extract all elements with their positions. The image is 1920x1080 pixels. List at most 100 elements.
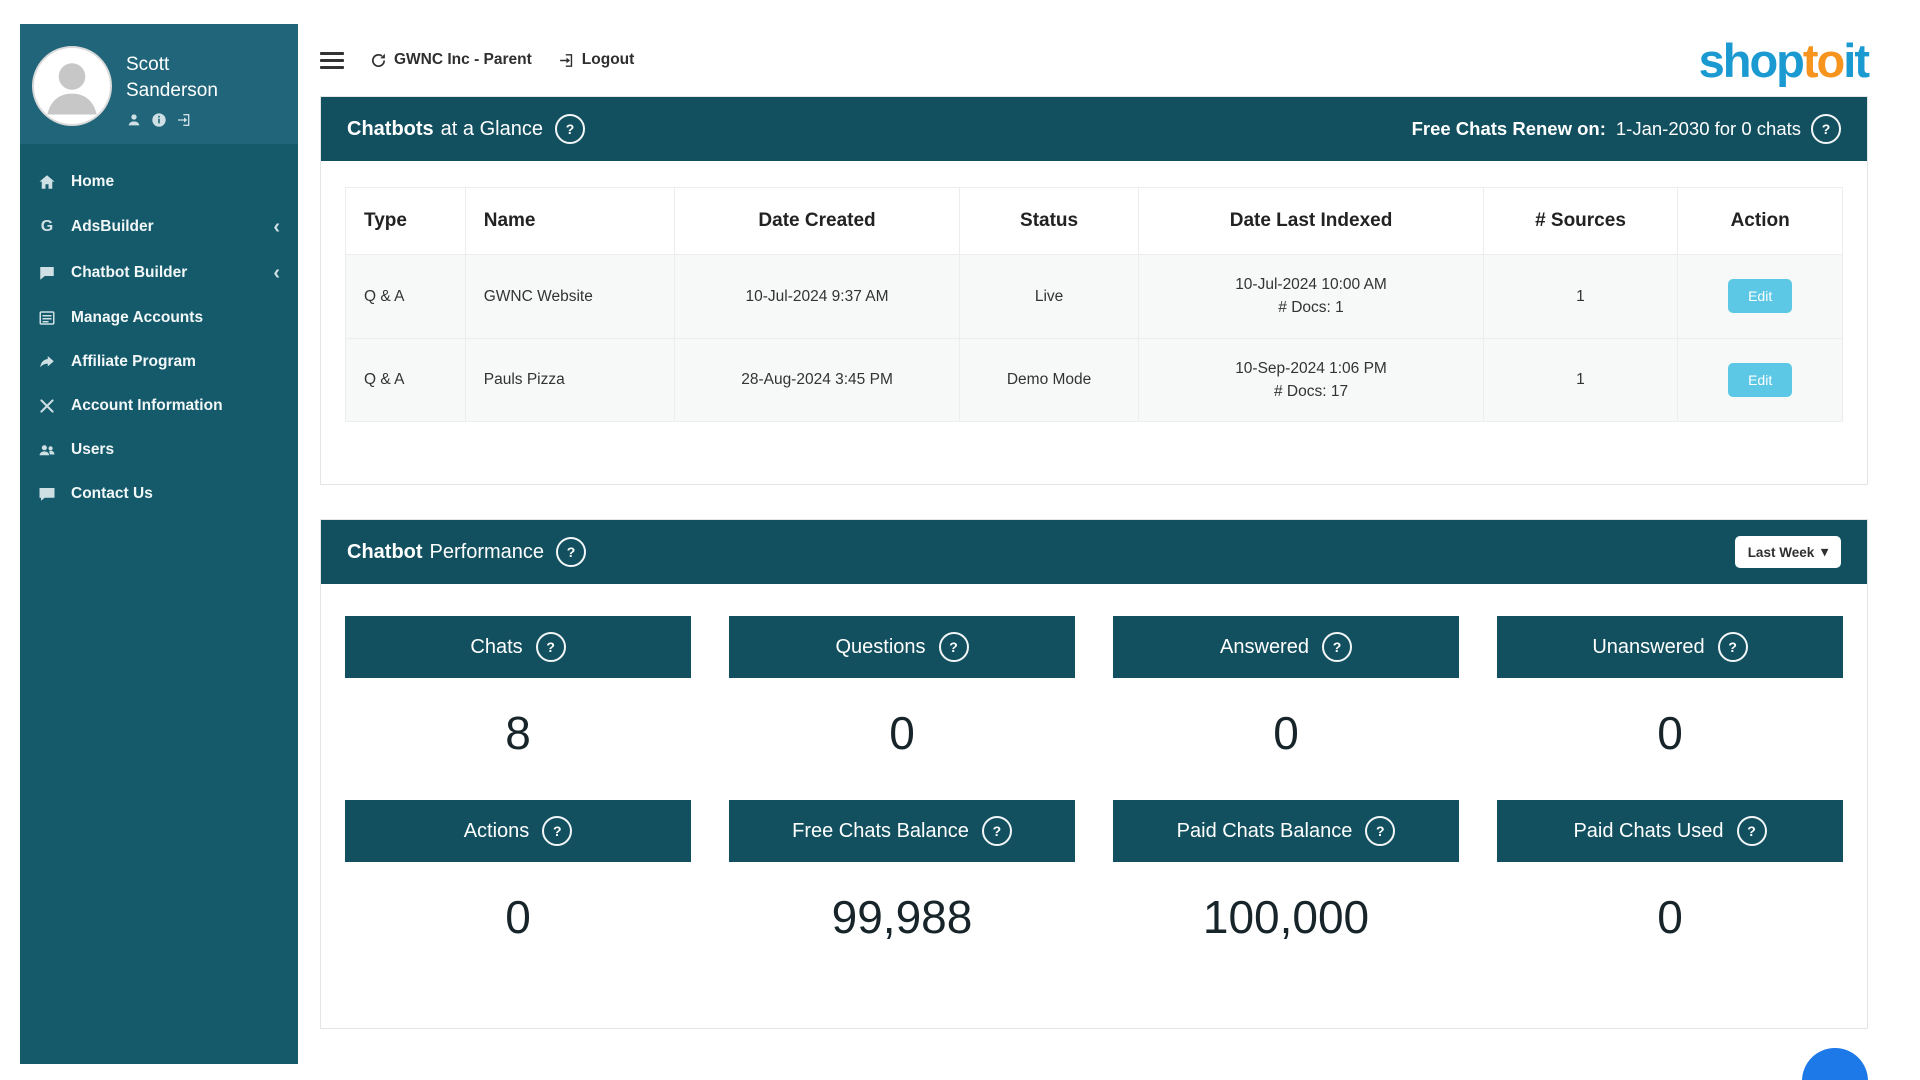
- cell-status: Demo Mode: [959, 338, 1139, 422]
- renew-label: Free Chats Renew on:: [1412, 118, 1606, 140]
- refresh-icon: [370, 52, 387, 69]
- sidebar-item-manage-accounts[interactable]: Manage Accounts: [20, 296, 298, 340]
- logo-part-to: to: [1803, 34, 1843, 87]
- col-header-type: Type: [346, 188, 466, 255]
- col-header-action: Action: [1678, 188, 1843, 255]
- stat-value: 0: [1113, 678, 1459, 800]
- date-range-label: Last Week: [1748, 545, 1815, 560]
- comment-icon: [38, 485, 56, 503]
- sidebar-item-users[interactable]: Users: [20, 428, 298, 472]
- sidebar-item-adsbuilder[interactable]: G AdsBuilder ‹: [20, 204, 298, 250]
- stat-unanswered: Unanswered ? 0: [1497, 616, 1843, 800]
- stat-header: Paid Chats Balance ?: [1113, 800, 1459, 862]
- logout-icon[interactable]: [176, 112, 192, 128]
- help-icon[interactable]: ?: [1322, 632, 1352, 662]
- indexed-docs: # Docs: 17: [1153, 380, 1468, 403]
- help-icon[interactable]: ?: [1811, 114, 1841, 144]
- sidebar-item-affiliate-program[interactable]: Affiliate Program: [20, 340, 298, 384]
- stat-value: 0: [1497, 678, 1843, 800]
- person-silhouette-icon: [34, 48, 110, 124]
- stat-paid-chats-used: Paid Chats Used ? 0: [1497, 800, 1843, 984]
- stat-label: Actions: [464, 820, 530, 843]
- help-icon[interactable]: ?: [1718, 632, 1748, 662]
- stat-header: Free Chats Balance ?: [729, 800, 1075, 862]
- share-arrow-icon: [38, 353, 56, 371]
- caret-down-icon: ▾: [1821, 544, 1828, 560]
- stat-value: 100,000: [1113, 862, 1459, 984]
- home-icon: [38, 173, 56, 191]
- app: Scott Sanderson: [0, 0, 1920, 1080]
- glance-panel-body: Type Name Date Created Status Date Last …: [321, 161, 1867, 484]
- logout-button[interactable]: Logout: [558, 51, 635, 69]
- account-switcher[interactable]: GWNC Inc - Parent: [370, 51, 532, 69]
- sidebar-item-account-information[interactable]: Account Information: [20, 384, 298, 428]
- logo-part-it: it: [1843, 34, 1868, 87]
- main-content: GWNC Inc - Parent Logout shoptoit Chatbo…: [298, 24, 1920, 1080]
- col-header-status: Status: [959, 188, 1139, 255]
- sidebar-item-label: Home: [71, 173, 114, 191]
- stat-label: Chats: [470, 636, 522, 659]
- col-header-name: Name: [465, 188, 675, 255]
- date-range-dropdown[interactable]: Last Week ▾: [1735, 536, 1841, 568]
- indexed-date: 10-Sep-2024 1:06 PM: [1153, 357, 1468, 380]
- stat-header: Questions ?: [729, 616, 1075, 678]
- profile-icon[interactable]: [126, 112, 142, 128]
- shoptoit-logo[interactable]: shoptoit: [1699, 37, 1868, 84]
- stat-free-chats-balance: Free Chats Balance ? 99,988: [729, 800, 1075, 984]
- info-icon[interactable]: [151, 112, 167, 128]
- cell-action: Edit: [1678, 338, 1843, 422]
- chatbots-table: Type Name Date Created Status Date Last …: [345, 187, 1843, 422]
- cell-name: Pauls Pizza: [465, 338, 675, 422]
- table-row: Q & A Pauls Pizza 28-Aug-2024 3:45 PM De…: [346, 338, 1843, 422]
- sidebar-item-chatbot-builder[interactable]: Chatbot Builder ‹: [20, 250, 298, 296]
- sidebar-item-label: Account Information: [71, 397, 223, 415]
- performance-panel-header: Chatbot Performance ? Last Week ▾: [321, 520, 1867, 584]
- stat-paid-chats-balance: Paid Chats Balance ? 100,000: [1113, 800, 1459, 984]
- profile-actions: [126, 112, 218, 128]
- help-icon[interactable]: ?: [939, 632, 969, 662]
- stat-header: Actions ?: [345, 800, 691, 862]
- edit-button[interactable]: Edit: [1728, 363, 1792, 397]
- logo-part-shop: shop: [1699, 34, 1803, 87]
- cell-name: GWNC Website: [465, 255, 675, 339]
- cell-action: Edit: [1678, 255, 1843, 339]
- sidebar-item-label: AdsBuilder: [71, 218, 154, 236]
- renew-value: 1-Jan-2030 for 0 chats: [1616, 118, 1801, 140]
- sidebar-item-label: Users: [71, 441, 114, 459]
- help-icon[interactable]: ?: [1365, 816, 1395, 846]
- col-header-date-created: Date Created: [675, 188, 959, 255]
- free-chats-renew: Free Chats Renew on: 1-Jan-2030 for 0 ch…: [1412, 114, 1841, 144]
- stat-header: Answered ?: [1113, 616, 1459, 678]
- help-icon[interactable]: ?: [982, 816, 1012, 846]
- menu-icon[interactable]: [320, 46, 344, 75]
- user-last-name: Sanderson: [126, 78, 218, 104]
- sidebar: Scott Sanderson: [20, 24, 298, 1064]
- help-icon[interactable]: ?: [555, 114, 585, 144]
- indexed-docs: # Docs: 1: [1153, 296, 1468, 319]
- help-icon[interactable]: ?: [536, 632, 566, 662]
- table-header-row: Type Name Date Created Status Date Last …: [346, 188, 1843, 255]
- col-header-date-last-indexed: Date Last Indexed: [1139, 188, 1483, 255]
- help-icon[interactable]: ?: [1737, 816, 1767, 846]
- stat-value: 0: [1497, 862, 1843, 984]
- performance-title-bold: Chatbot: [347, 541, 423, 564]
- col-header-sources: # Sources: [1483, 188, 1678, 255]
- help-icon[interactable]: ?: [542, 816, 572, 846]
- stat-answered: Answered ? 0: [1113, 616, 1459, 800]
- g-icon: G: [38, 218, 56, 236]
- chevron-left-icon: ‹: [273, 263, 280, 283]
- profile-info: Scott Sanderson: [126, 46, 218, 128]
- edit-button[interactable]: Edit: [1728, 279, 1792, 313]
- sidebar-item-label: Chatbot Builder: [71, 264, 187, 282]
- sidebar-item-label: Contact Us: [71, 485, 153, 503]
- chatbots-glance-panel: Chatbots at a Glance ? Free Chats Renew …: [320, 96, 1868, 485]
- chat-bubble-icon: [38, 264, 56, 282]
- sidebar-item-home[interactable]: Home: [20, 160, 298, 204]
- help-icon[interactable]: ?: [556, 537, 586, 567]
- logout-label: Logout: [582, 51, 635, 69]
- cell-date-last-indexed: 10-Jul-2024 10:00 AM # Docs: 1: [1139, 255, 1483, 339]
- sidebar-item-contact-us[interactable]: Contact Us: [20, 472, 298, 516]
- stat-label: Answered: [1220, 636, 1309, 659]
- user-first-name: Scott: [126, 52, 218, 78]
- performance-title-rest: Performance: [430, 541, 545, 564]
